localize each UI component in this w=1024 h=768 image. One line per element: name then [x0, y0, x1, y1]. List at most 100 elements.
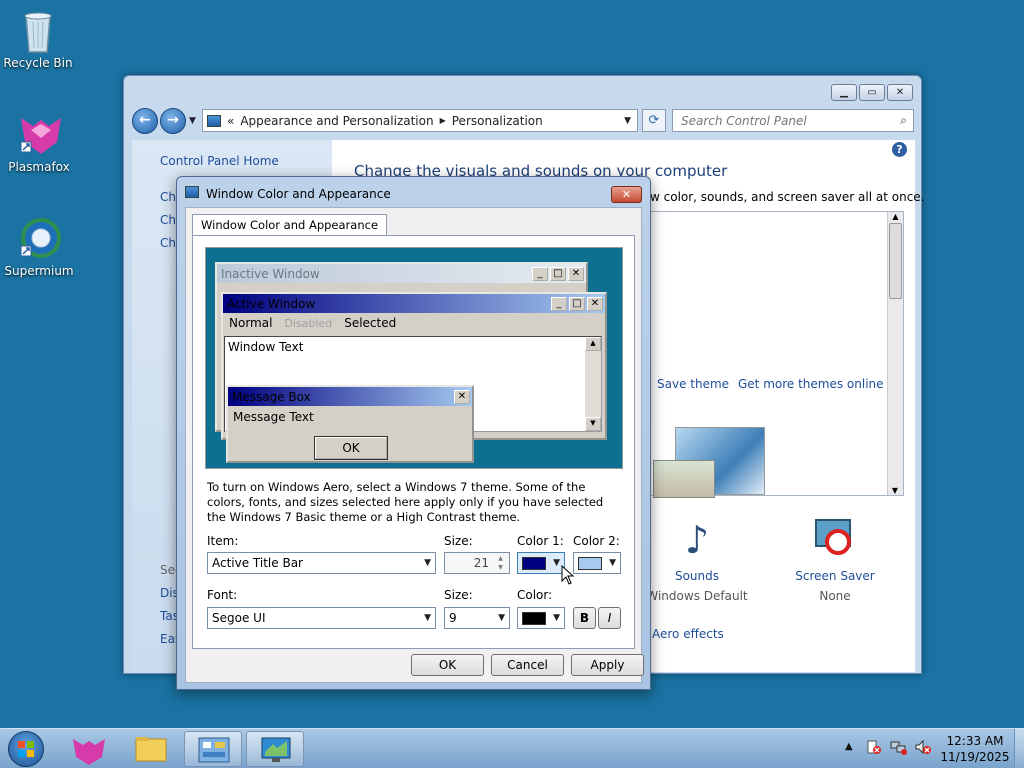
plasmafox-icon	[17, 112, 61, 156]
font-size-label: Size:	[444, 588, 473, 602]
dialog-icon	[185, 186, 199, 198]
desktop-icon-plasmafox[interactable]: Plasmafox	[1, 112, 77, 174]
breadcrumb-prefix[interactable]: «	[227, 114, 234, 128]
left-link-1[interactable]: Ch	[160, 190, 176, 204]
taskbar-explorer[interactable]	[122, 731, 180, 767]
preview-message-box: Message Box ✕ Message Text OK	[226, 385, 474, 463]
color1-button[interactable]: ▼	[517, 552, 565, 574]
menu-selected: Selected	[344, 316, 397, 330]
tab-window-color[interactable]: Window Color and Appearance	[192, 214, 388, 236]
page-subtext: w color, sounds, and screen saver all at…	[650, 190, 925, 204]
back-button[interactable]: ←	[132, 108, 158, 134]
color1-swatch	[522, 556, 546, 570]
screen-saver-label[interactable]: Screen Saver	[780, 569, 890, 583]
dialog-close-button[interactable]: ✕	[611, 186, 642, 203]
control-panel-home-link[interactable]: Control Panel Home	[160, 154, 279, 168]
volume-muted-icon[interactable]	[914, 739, 932, 755]
item-select[interactable]: Active Title Bar ▼	[207, 552, 436, 574]
taskbar-plasmafox[interactable]	[60, 731, 118, 767]
aero-description: To turn on Windows Aero, select a Window…	[207, 480, 604, 524]
chevron-down-icon: ▼	[609, 558, 616, 568]
dialog-body: Window Color and Appearance Inactive Win…	[185, 207, 644, 683]
scroll-down-icon: ▼	[585, 417, 601, 431]
cancel-button[interactable]: Cancel	[491, 654, 564, 676]
screen-saver-item[interactable]: Screen Saver None	[780, 515, 890, 603]
font-value: Segoe UI	[212, 611, 266, 625]
font-color-label: Color:	[517, 588, 553, 602]
active-window-title: Active Window	[227, 296, 316, 311]
get-more-themes-link[interactable]: Get more themes online	[738, 377, 884, 391]
chevron-down-icon: ▼	[553, 558, 560, 568]
address-bar[interactable]: « Appearance and Personalization ▶ Perso…	[202, 109, 638, 132]
history-dropdown-icon[interactable]: ▼	[189, 116, 196, 126]
breadcrumb-personalization[interactable]: Personalization	[452, 114, 543, 128]
size-label: Size:	[444, 534, 473, 548]
minimize-icon: _	[532, 266, 548, 281]
sounds-label[interactable]: Sounds	[642, 569, 752, 583]
italic-button[interactable]: I	[598, 607, 621, 629]
screen-saver-sub: None	[819, 589, 851, 603]
scroll-down-icon[interactable]: ▼	[888, 486, 902, 495]
appearance-preview[interactable]: Inactive Window _ □ ✕ Active Window _ □ ✕ No…	[205, 247, 623, 469]
scroll-up-icon[interactable]: ▲	[888, 212, 903, 221]
taskbar-personalization[interactable]	[246, 731, 304, 767]
ok-button[interactable]: OK	[411, 654, 484, 676]
show-desktop-button[interactable]	[1014, 729, 1024, 768]
address-dropdown-icon[interactable]: ▼	[624, 116, 631, 126]
forward-button[interactable]: →	[160, 108, 186, 134]
theme-list-scrollbar[interactable]: ▲ ▼	[887, 212, 903, 495]
save-theme-link[interactable]: Save theme	[657, 377, 729, 391]
preview-ok-button: OK	[314, 436, 388, 460]
maximize-button[interactable]: ▭	[859, 84, 885, 101]
close-icon: ✕	[587, 296, 603, 311]
chevron-down-icon: ▼	[424, 558, 431, 568]
left-link-2[interactable]: Ch	[160, 213, 176, 227]
action-center-icon[interactable]	[866, 739, 882, 755]
desktop-icon-recycle-bin[interactable]: Recycle Bin	[0, 8, 76, 70]
font-color-button[interactable]: ▼	[517, 607, 565, 629]
screen-saver-icon	[813, 515, 857, 559]
help-icon[interactable]: ?	[892, 142, 907, 157]
refresh-button[interactable]: ⟳	[642, 109, 666, 132]
control-panel-icon	[198, 737, 230, 763]
aero-effects-link[interactable]: Aero effects	[652, 627, 724, 641]
font-size-select[interactable]: 9 ▼	[444, 607, 510, 629]
stepper-icon[interactable]: ▲ ▼	[493, 554, 508, 572]
close-icon: ✕	[454, 389, 470, 404]
recycle-bin-icon	[16, 8, 60, 53]
start-button[interactable]	[8, 731, 44, 767]
theme-list[interactable]: ▲ ▼ Save theme Get more themes online	[650, 211, 904, 498]
chevron-down-icon: ▼	[553, 613, 560, 623]
minimize-button[interactable]: ▁	[831, 84, 857, 101]
folder-icon	[135, 737, 167, 762]
show-hidden-icons-button[interactable]: ▲	[845, 741, 853, 752]
apply-button[interactable]: Apply	[571, 654, 644, 676]
minimize-icon: _	[551, 296, 567, 311]
clock[interactable]: 12:33 AM 11/19/2025	[940, 733, 1010, 765]
font-select[interactable]: Segoe UI ▼	[207, 607, 436, 629]
font-size-value: 9	[449, 611, 457, 625]
taskbar: ▲ 12:33 AM 11/19/2025	[0, 728, 1024, 768]
theme-thumbnail[interactable]	[653, 460, 715, 498]
menu-disabled: Disabled	[284, 316, 333, 330]
close-icon: ✕	[568, 266, 584, 281]
desktop-icon-supermium[interactable]: Supermium	[1, 216, 77, 278]
maximize-icon: □	[569, 296, 585, 311]
font-color-swatch	[522, 611, 546, 625]
scroll-thumb[interactable]	[889, 223, 902, 299]
taskbar-control-panel[interactable]	[184, 731, 242, 767]
font-label: Font:	[207, 588, 238, 602]
sounds-item[interactable]: ♪ Sounds Windows Default	[642, 515, 752, 603]
size-stepper[interactable]: 21 ▲ ▼	[444, 552, 510, 574]
scroll-up-icon: ▲	[585, 337, 601, 351]
breadcrumb-appearance[interactable]: Appearance and Personalization	[240, 114, 433, 128]
left-link-3[interactable]: Ch	[160, 236, 176, 250]
message-text: Message Text	[233, 410, 314, 424]
inactive-window-title: Inactive Window	[221, 266, 320, 281]
tab-panel: Inactive Window _ □ ✕ Active Window _ □ ✕ No…	[192, 235, 635, 649]
close-button[interactable]: ✕	[887, 84, 913, 101]
search-input[interactable]: Search Control Panel ⌕	[672, 109, 914, 132]
bold-button[interactable]: B	[573, 607, 596, 629]
color2-button[interactable]: ▼	[573, 552, 621, 574]
network-icon[interactable]	[890, 739, 908, 755]
